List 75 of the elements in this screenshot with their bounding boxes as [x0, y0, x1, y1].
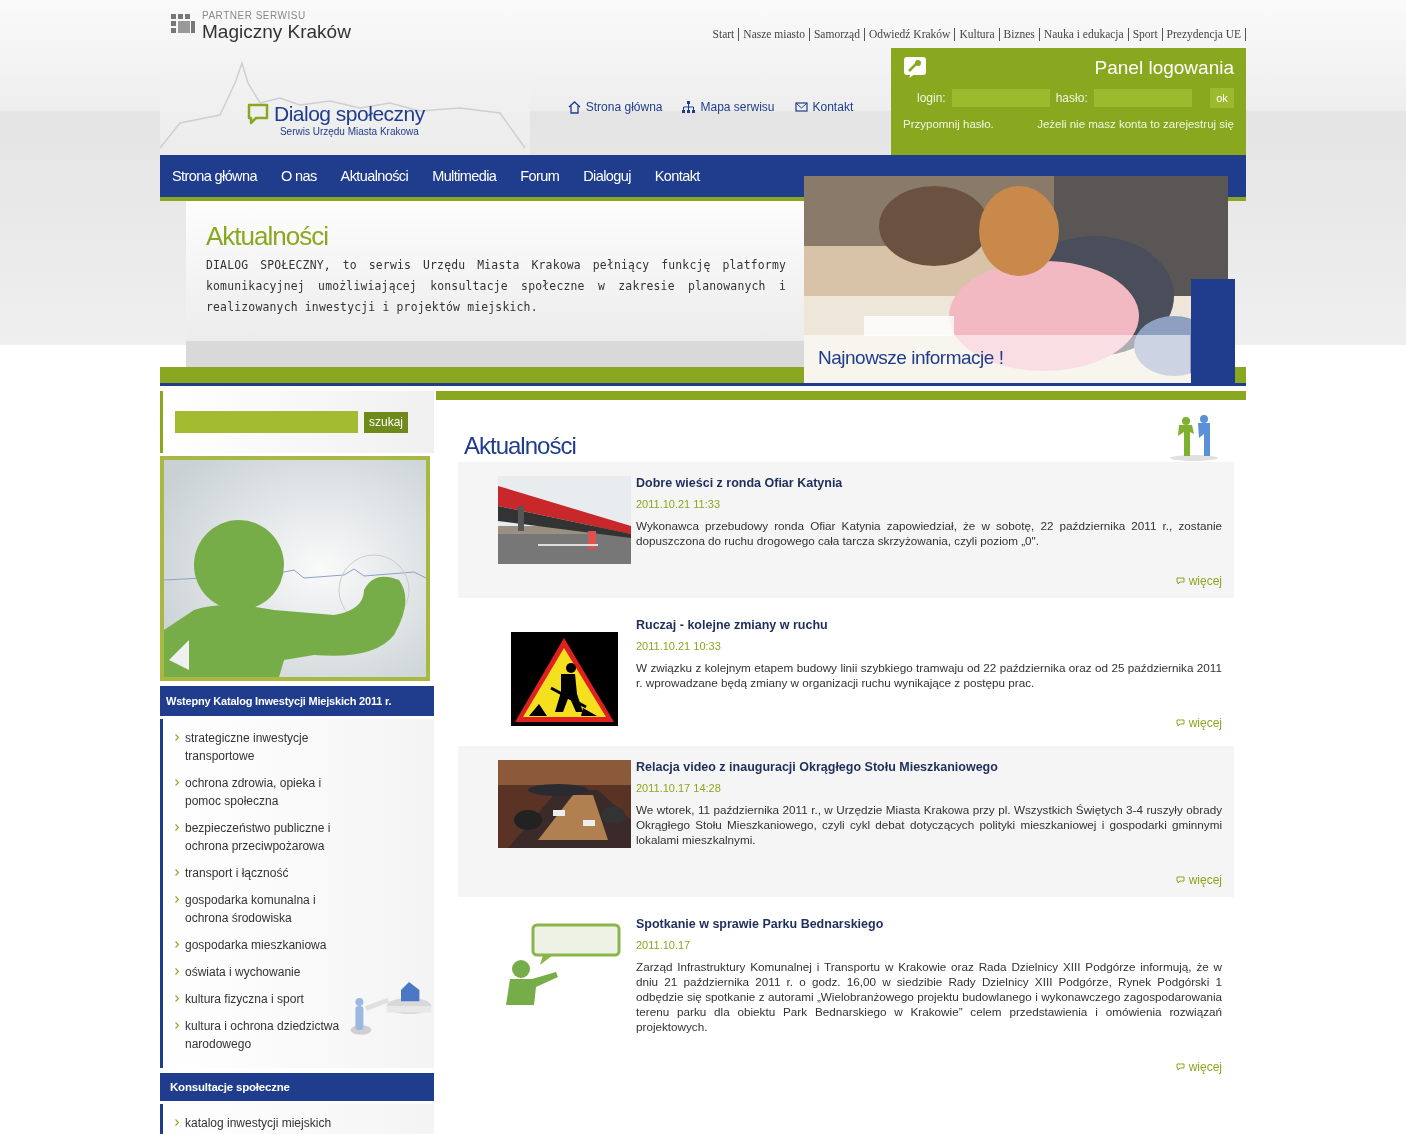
partner-label: PARTNER SERWISU	[202, 10, 307, 21]
key-icon	[903, 56, 927, 80]
nav-item[interactable]: Strona główna	[172, 168, 257, 184]
news-text: Zarząd Infrastruktury Komunalnej i Transportu w Krakowie oraz Rada Dzielnicy XIII Podgórze informują, że w dniu 21 października 2011 r. o godz. 16,00 w siedzibie Rady Dzielnicy XIII Podgórze, Rynek Podgórski 1 odbędzie się spotkanie z autorami „Wielobranżowego projektu budowlanego i wykonawczego zagospodarowania terenu parku dla obiektu Park Bednarskiego w Krakowie” celem przedstawienia i omówienia rozwiązań projektowych.	[636, 959, 1222, 1034]
sidebar-link[interactable]: ochrona zdrowia, opieka i pomoc społeczna	[175, 774, 343, 810]
news-title[interactable]: Spotkanie w sprawie Parku Bednarskiego	[636, 917, 1222, 931]
news-text: W związku z kolejnym etapem budowy linii szybkiego tramwaju od 22 października oraz od 25 października 2011 r. wprowadzane będą zmiany w organizacji ruchu wynikające z postępu prac.	[636, 660, 1222, 690]
chevron-icon	[175, 941, 179, 948]
top-link[interactable]: Odwiedź Kraków	[864, 28, 956, 41]
news-date: 2011.10.17 14:28	[636, 782, 722, 794]
nav-item[interactable]: O nas	[280, 168, 317, 184]
sidebar-link[interactable]: gospodarka mieszkaniowa	[175, 936, 327, 954]
chevron-icon	[175, 734, 179, 741]
sidebar-link[interactable]: katalog inwestycji miejskich	[175, 1114, 332, 1132]
nav-item[interactable]: Dialoguj	[583, 168, 631, 184]
chevron-icon	[175, 824, 179, 831]
sidebar-link[interactable]: gospodarka komunalna i ochrona środowiska	[175, 891, 343, 927]
intro-text: DIALOG SPOŁECZNY, to serwis Urzędu Miasta Krakowa pełniący funkcję platformy komunikacyjnej umożliwiającej konsultacje społeczne w zakresie planowanych i realizowanych inwestycji i projektów miejskich.	[206, 257, 786, 316]
sidebar-link[interactable]: bezpieczeństwo publiczne i ochrona przeciwpożarowa	[175, 819, 343, 855]
chevron-icon	[175, 1119, 179, 1126]
quick-link[interactable]: Mapa serwisu	[682, 100, 775, 114]
chevron-icon	[175, 1022, 179, 1029]
speech-bubble-icon	[1175, 719, 1185, 727]
speech-bubble-icon	[1175, 1063, 1185, 1071]
news-text: Wykonawca przebudowy ronda Ofiar Katynia zapowiedział, że w sobotę, 22 października 2011 r., zostanie dopuszczona do ruchu drogowego cała tarcza skrzyżowania, czyli poziom „0".	[636, 518, 1222, 548]
site-title[interactable]: Dialog społeczny	[274, 102, 425, 126]
photo-caption[interactable]: Najnowsze informacje !	[804, 335, 1190, 383]
chevron-icon	[175, 968, 179, 975]
speech-bubble-icon	[246, 102, 270, 126]
top-link[interactable]: Nasze miasto	[739, 28, 810, 41]
news-date: 2011.10.21 10:33	[636, 640, 722, 652]
top-link[interactable]: Kultura	[955, 28, 1000, 41]
news-heading: Aktualności	[464, 432, 576, 461]
sidebar-heading: Konsultacje społeczne	[160, 1073, 434, 1101]
news-text: We wtorek, 11 października 2011 r., w Urzędzie Miasta Krakowa przy pl. Wszystkich Świętych 3-4 ruszyły obrady Okrągłego Stołu Mieszkaniowego, czyli cykl debat dotyczących polityki mieszkaniowej i gospodarki gminnymi lokalami mieszkalnymi.	[636, 802, 1222, 847]
top-link[interactable]: Prezydencja UE	[1162, 28, 1246, 41]
mail-icon	[794, 100, 808, 114]
sidebar-link[interactable]: kultura fizyczna i sport	[175, 990, 304, 1008]
home-icon	[567, 100, 581, 114]
intro-title: Aktualności	[206, 221, 329, 251]
login-title: Panel logowania	[1094, 57, 1234, 79]
sitemap-icon	[682, 100, 696, 114]
news-date: 2011.10.21 11:33	[636, 498, 721, 510]
nav-item[interactable]: Aktualności	[340, 168, 409, 184]
nav-item[interactable]: Forum	[520, 168, 560, 184]
quick-link[interactable]: Strona główna	[567, 100, 663, 114]
chevron-icon	[175, 896, 179, 903]
search-button[interactable]: szukaj	[364, 411, 408, 433]
speech-bubble-icon	[1175, 577, 1185, 585]
top-link[interactable]: Samorząd	[809, 28, 865, 41]
news-title[interactable]: Dobre wieści z ronda Ofiar Katynia	[636, 476, 1222, 490]
sidebar-link[interactable]: transport i łączność	[175, 864, 289, 882]
news-title[interactable]: Ruczaj - kolejne zmiany w ruchu	[636, 618, 1222, 632]
quick-link[interactable]: Kontakt	[794, 100, 854, 114]
chevron-icon	[175, 995, 179, 1002]
sidebar-link[interactable]: kultura i ochrona dziedzictwa narodowego	[175, 1017, 343, 1053]
partner-name[interactable]: Magiczny Kraków	[202, 21, 351, 43]
chevron-icon	[175, 869, 179, 876]
login-label: login:	[917, 91, 946, 105]
password-label: hasło:	[1055, 91, 1088, 105]
top-link[interactable]: Biznes	[999, 28, 1040, 41]
speech-bubble-icon	[1175, 876, 1185, 884]
top-link[interactable]: Sport	[1128, 28, 1163, 41]
chevron-icon	[175, 779, 179, 786]
sidebar-link[interactable]: oświata i wychowanie	[175, 963, 301, 981]
nav-item[interactable]: Multimedia	[432, 168, 497, 184]
search-field[interactable]	[175, 411, 358, 433]
news-title[interactable]: Relacja video z inauguracji Okrągłego Stołu Mieszkaniowego	[636, 760, 1222, 774]
sidebar-heading: Wstepny Katalog Inwestycji Miejskich 2011 r.	[160, 686, 434, 716]
news-date: 2011.10.17	[636, 939, 692, 951]
top-link[interactable]: Nauka i edukacja	[1039, 28, 1129, 41]
sidebar-link[interactable]: strategiczne inwestycje transportowe	[175, 729, 343, 765]
site-subtitle: Serwis Urzędu Miasta Krakowa	[279, 126, 419, 137]
top-link[interactable]: Start	[708, 28, 740, 41]
nav-item[interactable]: Kontakt	[654, 168, 700, 184]
